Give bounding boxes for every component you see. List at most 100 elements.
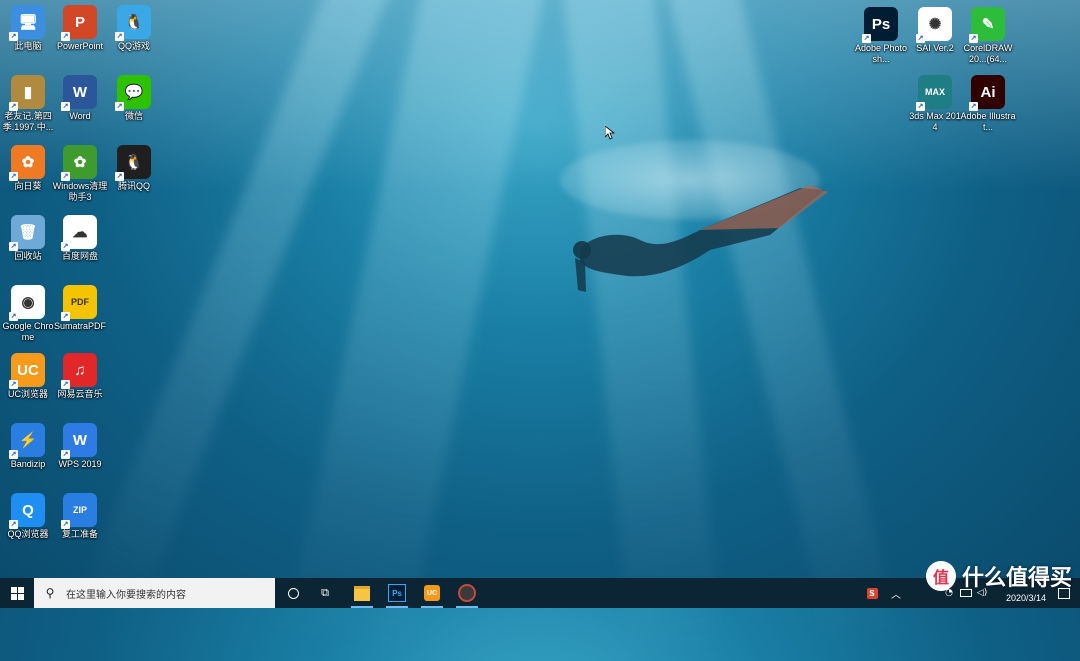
- desktop-icon-chrome[interactable]: ◉ ↗ Google Chrome: [0, 282, 56, 348]
- bandizip-icon: ⚡ ↗: [9, 423, 45, 459]
- cortana-button[interactable]: [278, 578, 308, 608]
- windows-logo-icon: [10, 586, 24, 600]
- shortcut-arrow-icon: ↗: [9, 520, 18, 529]
- desktop-icon-xiangrikui[interactable]: ✿ ↗ 向日葵: [0, 142, 56, 208]
- sumatrapdf-icon: PDF ↗: [61, 285, 97, 321]
- word-glyph: W: [72, 83, 88, 101]
- taskbar-date[interactable]: 2020/3/14: [1006, 593, 1046, 603]
- tray-overflow-button[interactable]: ︿: [888, 578, 904, 608]
- tencent-qq-icon: 🐧 ↗: [115, 145, 151, 181]
- desktop-icon-label: Adobe Photosh...: [854, 43, 908, 64]
- desktop-icon-3dsmax[interactable]: MAX ↗ 3ds Max 2014: [907, 72, 963, 138]
- shortcut-arrow-icon: ↗: [115, 102, 124, 111]
- desktop-icon-label: PowerPoint: [56, 41, 104, 51]
- shortcut-arrow-icon: ↗: [916, 34, 925, 43]
- desktop-icon-bandizip[interactable]: ⚡ ↗ Bandizip: [0, 420, 56, 486]
- recycle-bin-glyph: 🗑: [18, 224, 38, 241]
- shortcut-arrow-icon: ↗: [9, 312, 18, 321]
- desktop-icon-label: 向日葵: [14, 181, 42, 191]
- xiangrikui-glyph: ✿: [21, 154, 35, 171]
- taskbar: ⚲ 在这里输入你要搜索的内容 ⧉ Ps UC S ︿ ◔ ◁) 2020/3/1…: [0, 578, 1080, 608]
- desktop-icon-label: 3ds Max 2014: [909, 111, 961, 132]
- desktop-icon-label: UC浏览器: [8, 389, 48, 399]
- desktop-icon-wps[interactable]: W ↗ WPS 2019: [52, 420, 108, 486]
- word-icon: W ↗: [61, 75, 97, 111]
- desktop-icon-coreldraw[interactable]: ✎ ↗ CorelDRAW 20...(64...: [960, 4, 1016, 70]
- desktop-icon-baidu-netdisk[interactable]: ☁ ↗ 百度网盘: [52, 212, 108, 278]
- cortana-circle-icon: [287, 587, 299, 599]
- uc-icon: UC: [424, 585, 440, 601]
- computer-icon: 🖥 ↗: [9, 5, 45, 41]
- desktop-icon-computer[interactable]: 🖥 ↗ 此电脑: [0, 2, 56, 68]
- folder-icon: [354, 585, 370, 601]
- desktop-icon-tencent-qq[interactable]: 🐧 ↗ 腾讯QQ: [106, 142, 162, 208]
- desktop-icon-wechat[interactable]: 💬 ↗ 微信: [106, 72, 162, 138]
- desktop-icon-recycle-bin[interactable]: 🗑 ↗ 回收站: [0, 212, 56, 278]
- desktop-icon-label: CorelDRAW 20...(64...: [963, 43, 1013, 64]
- watermark: 值 什么值得买: [925, 560, 1072, 592]
- sai-glyph: ✺: [928, 16, 942, 33]
- task-view-button[interactable]: ⧉: [310, 578, 340, 608]
- taskbar-search-box[interactable]: ⚲ 在这里输入你要搜索的内容: [34, 578, 275, 608]
- shortcut-arrow-icon: ↗: [862, 34, 871, 43]
- desktop-icon-word[interactable]: W ↗ Word: [52, 72, 108, 138]
- taskbar-app-recorder[interactable]: [452, 578, 482, 608]
- powerpoint-glyph: P: [74, 13, 85, 31]
- shortcut-arrow-icon: ↗: [61, 450, 70, 459]
- desktop-icon-uc-browser[interactable]: UC ↗ UC浏览器: [0, 350, 56, 416]
- desktop-icon-windows-cleaner[interactable]: ✿ ↗ Windows清理助手3: [52, 142, 108, 208]
- shortcut-arrow-icon: ↗: [9, 450, 18, 459]
- task-view-icon: ⧉: [321, 586, 329, 599]
- watermark-logo: 值: [925, 561, 956, 591]
- desktop-icon-laoyouji[interactable]: ▮ ↗ 老友记.第四季.1997.中...: [0, 72, 56, 138]
- shortcut-arrow-icon: ↗: [115, 172, 124, 181]
- qqgame-glyph: 🐧: [124, 14, 144, 31]
- desktop-icon-label: Windows清理助手3: [52, 181, 108, 202]
- recorder-icon: [458, 584, 476, 602]
- taskbar-app-file-explorer[interactable]: [347, 578, 377, 608]
- shortcut-arrow-icon: ↗: [115, 32, 124, 41]
- photoshop-icon: Ps: [388, 584, 406, 602]
- start-button[interactable]: [0, 578, 34, 608]
- desktop-icon-sumatrapdf[interactable]: PDF ↗ SumatraPDF: [52, 282, 108, 348]
- 3dsmax-icon: MAX ↗: [916, 75, 952, 111]
- shortcut-arrow-icon: ↗: [916, 102, 925, 111]
- recycle-bin-icon: 🗑 ↗: [9, 215, 45, 251]
- mouse-cursor-icon: [605, 126, 615, 140]
- coreldraw-glyph: ✎: [981, 16, 995, 33]
- desktop-icon-illustrator[interactable]: Ai ↗ Adobe Illustrat...: [960, 72, 1016, 138]
- qqgame-icon: 🐧 ↗: [115, 5, 151, 41]
- laoyouji-icon: ▮ ↗: [9, 75, 45, 111]
- desktop-icon-label: Word: [69, 111, 91, 121]
- watermark-text: 什么值得买: [961, 566, 1072, 591]
- taskbar-app-photoshop[interactable]: Ps: [382, 578, 412, 608]
- desktop-icon-fugong[interactable]: ZIP ↗ 复工准备: [52, 490, 108, 556]
- desktop-icon-sai[interactable]: ✺ ↗ SAI Ver.2: [907, 4, 963, 70]
- sumatrapdf-glyph: PDF: [71, 297, 89, 307]
- laoyouji-glyph: ▮: [23, 84, 33, 101]
- sogou-icon: S: [866, 587, 878, 599]
- desktop-icon-netease-music[interactable]: ♫ ↗ 网易云音乐: [52, 350, 108, 416]
- shortcut-arrow-icon: ↗: [9, 102, 18, 111]
- wechat-icon: 💬 ↗: [115, 75, 151, 111]
- desktop-icon-qqgame[interactable]: 🐧 ↗ QQ游戏: [106, 2, 162, 68]
- 3dsmax-glyph: MAX: [925, 87, 945, 97]
- sai-icon: ✺ ↗: [916, 7, 952, 43]
- desktop-icon-label: Adobe Illustrat...: [960, 111, 1016, 132]
- shortcut-arrow-icon: ↗: [969, 102, 978, 111]
- tray-sogou[interactable]: S: [862, 578, 882, 608]
- desktop-icon-label: 此电脑: [14, 41, 42, 51]
- desktop-icon-photoshop[interactable]: Ps ↗ Adobe Photosh...: [853, 4, 909, 70]
- coreldraw-icon: ✎ ↗: [969, 7, 1005, 43]
- desktop-icon-powerpoint[interactable]: P ↗ PowerPoint: [52, 2, 108, 68]
- qq-browser-icon: Q ↗: [9, 493, 45, 529]
- desktop-icon-label: QQ浏览器: [7, 529, 49, 539]
- photoshop-glyph: Ps: [871, 15, 891, 33]
- uc-browser-icon: UC ↗: [9, 353, 45, 389]
- taskbar-app-uc[interactable]: UC: [417, 578, 447, 608]
- desktop-icon-qq-browser[interactable]: Q ↗ QQ浏览器: [0, 490, 56, 556]
- desktop-icon-label: SumatraPDF: [53, 321, 106, 331]
- shortcut-arrow-icon: ↗: [61, 102, 70, 111]
- desktop-icon-label: 微信: [124, 111, 143, 121]
- shortcut-arrow-icon: ↗: [9, 242, 18, 251]
